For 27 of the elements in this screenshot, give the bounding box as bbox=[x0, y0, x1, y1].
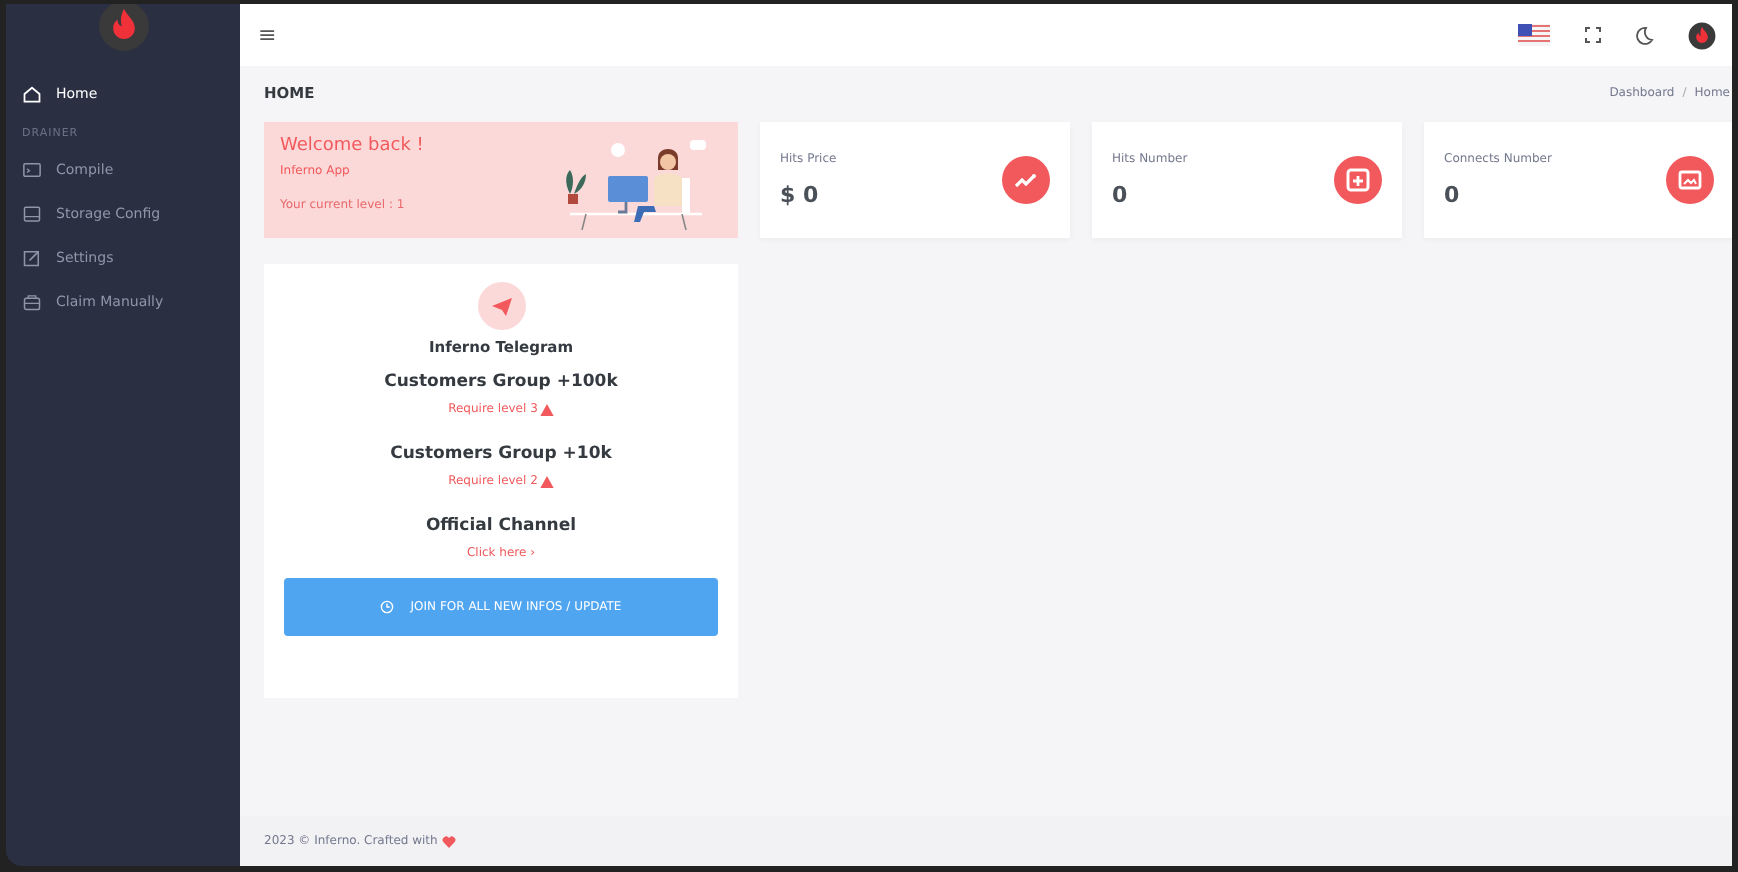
send-icon bbox=[477, 282, 525, 330]
edit-icon bbox=[22, 248, 42, 268]
flag-icon[interactable] bbox=[1518, 24, 1550, 46]
stat-value: 0 bbox=[1112, 182, 1130, 208]
logo-icon[interactable] bbox=[97, 4, 149, 52]
avatar-icon[interactable] bbox=[1688, 21, 1716, 49]
menu-button[interactable]: ≡ bbox=[258, 22, 277, 48]
warning-icon bbox=[539, 403, 554, 415]
moon-icon[interactable] bbox=[1636, 25, 1654, 45]
heart-icon bbox=[441, 835, 456, 847]
terminal-icon bbox=[22, 160, 42, 180]
home-icon bbox=[22, 84, 42, 104]
box-icon bbox=[1334, 156, 1382, 204]
group-name: Official Channel bbox=[425, 516, 577, 536]
drive-icon bbox=[22, 204, 42, 224]
stat-value: $ 0 bbox=[780, 182, 821, 208]
clock-icon bbox=[380, 600, 395, 614]
trend-icon bbox=[1002, 156, 1050, 204]
welcome-title: Welcome back ! bbox=[280, 136, 424, 156]
bag-icon bbox=[22, 292, 42, 312]
warning-icon bbox=[539, 475, 554, 487]
group-name: Customers Group +100k bbox=[384, 372, 618, 392]
image-icon bbox=[1666, 156, 1714, 204]
group-name: Customers Group +10k bbox=[390, 444, 612, 464]
stat-value: 0 bbox=[1444, 182, 1462, 208]
fullscreen-icon[interactable] bbox=[1584, 26, 1602, 44]
desk-illustration-drawing bbox=[566, 140, 706, 230]
